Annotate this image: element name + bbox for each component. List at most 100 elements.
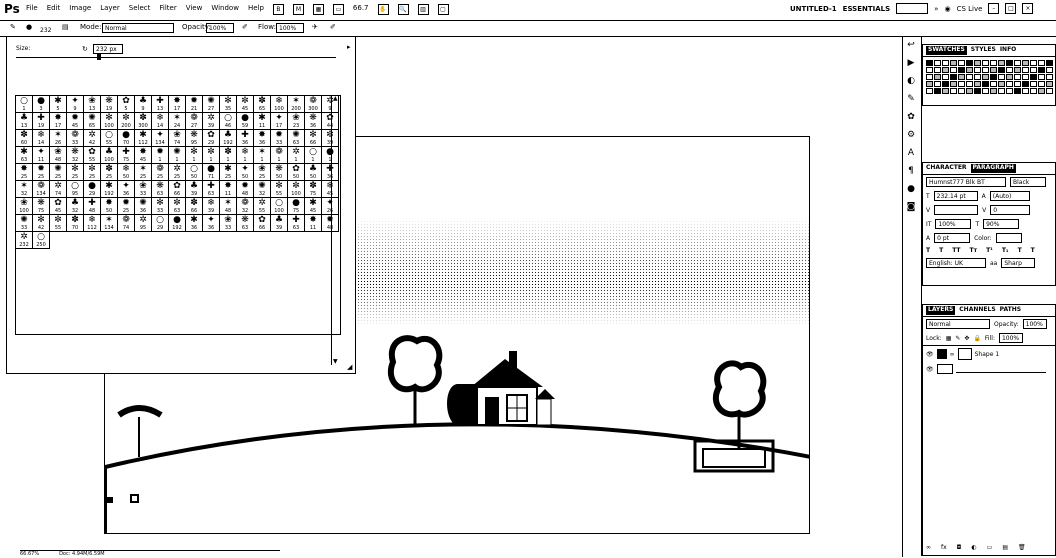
brush-tip-cell[interactable]: ✽ 60 <box>16 130 33 147</box>
pressure-size-icon[interactable]: ✐ <box>330 23 336 31</box>
airbrush-icon[interactable]: ✈ <box>312 23 318 31</box>
brush-tip-cell[interactable]: ❁ 134 <box>33 181 50 198</box>
brush-tip-cell[interactable]: ✺ 27 <box>203 96 220 113</box>
layer-name-edit[interactable] <box>955 366 1046 373</box>
brush-tip-cell[interactable]: ✺ 32 <box>254 181 271 198</box>
brush-tip-cell[interactable]: ❀ 33 <box>135 181 152 198</box>
brush-tip-cell[interactable]: ✲ 74 <box>50 181 67 198</box>
color-swatch[interactable] <box>1038 60 1045 66</box>
color-swatch[interactable] <box>998 88 1005 94</box>
antialias-select[interactable]: Sharp <box>1001 258 1036 268</box>
color-swatch[interactable] <box>974 67 981 73</box>
brush-tip-cell[interactable]: ❀ 25 <box>254 164 271 181</box>
text-panel-icon[interactable]: A <box>903 148 919 162</box>
bridge-icon[interactable]: B <box>272 4 284 15</box>
adjustment-layer-icon[interactable]: ◐ <box>971 544 976 551</box>
brush-tip-cell[interactable]: ✻ 35 <box>220 96 237 113</box>
font-family-select[interactable]: Humnst777 Blk BT <box>926 177 1006 187</box>
baseline-field[interactable]: 0 pt <box>934 233 971 243</box>
color-swatch[interactable] <box>1014 60 1021 66</box>
brush-tip-cell[interactable]: ✸ 17 <box>169 96 186 113</box>
picker-scrollbar[interactable]: ▲ ▼ <box>331 95 340 365</box>
color-swatch[interactable] <box>998 81 1005 87</box>
brush-tip-cell[interactable]: ❋ 32 <box>67 147 84 164</box>
brush-tip-cell[interactable]: ○ 1 <box>305 147 322 164</box>
brush-tip-cell[interactable]: ○ 50 <box>186 164 203 181</box>
screen-mode-icon[interactable]: ▭ <box>332 4 344 15</box>
size-slider-thumb[interactable] <box>97 54 101 60</box>
color-swatch[interactable] <box>1022 67 1029 73</box>
minimize-icon[interactable]: – <box>988 3 1000 14</box>
brush-tip-cell[interactable]: ✹ 25 <box>33 164 50 181</box>
brush-tip-cell[interactable]: ❁ 300 <box>305 96 322 113</box>
color-swatch[interactable] <box>934 74 941 80</box>
brush-tip-cell[interactable]: ○ 29 <box>152 215 169 232</box>
color-swatch[interactable] <box>982 81 989 87</box>
brush-tip-cell[interactable]: ❀ 13 <box>84 96 101 113</box>
color-swatch[interactable] <box>1030 81 1037 87</box>
tab-channels[interactable]: CHANNELS <box>959 306 995 315</box>
color-swatch[interactable] <box>958 88 965 94</box>
brush-tip-cell[interactable]: ❁ 25 <box>152 164 169 181</box>
color-swatch[interactable] <box>942 67 949 73</box>
brush-tip-cell[interactable]: ❁ 74 <box>118 215 135 232</box>
brush-tip-cell[interactable]: ✶ 1 <box>254 147 271 164</box>
color-swatch[interactable] <box>990 67 997 73</box>
brush-tip-cell[interactable]: ❋ 50 <box>271 164 288 181</box>
color-swatch[interactable] <box>926 67 933 73</box>
brush-tip-cell[interactable]: ✱ 192 <box>101 181 118 198</box>
clone-panel-icon[interactable]: ✿ <box>903 112 919 126</box>
brush-tip-cell[interactable]: ❄ 100 <box>271 96 288 113</box>
workspace-essentials[interactable]: ESSENTIALS <box>843 5 891 13</box>
color-swatch[interactable] <box>1030 67 1037 73</box>
brush-tip-cell[interactable]: ✻ 25 <box>67 164 84 181</box>
brush-tip-cell[interactable]: ✼ 45 <box>237 96 254 113</box>
cs-live-icon[interactable]: ◉ <box>944 5 950 13</box>
brush-tip-cell[interactable]: ✽ 70 <box>67 215 84 232</box>
menu-help[interactable]: Help <box>248 4 264 15</box>
color-swatch[interactable] <box>950 60 957 66</box>
brush-tip-cell[interactable]: ✺ 33 <box>16 215 33 232</box>
color-swatch[interactable] <box>1006 67 1013 73</box>
visibility-eye-icon-2[interactable]: 👁 <box>926 366 934 373</box>
brush-tip-cell[interactable]: ❁ 32 <box>237 198 254 215</box>
brush-panel-icon-side[interactable]: ✎ <box>903 94 919 108</box>
fill-field[interactable]: 100% <box>998 333 1023 343</box>
brush-tip-cell[interactable]: ✲ 55 <box>254 198 271 215</box>
add-mask-icon[interactable]: ◘ <box>957 544 962 551</box>
color-swatch[interactable] <box>966 81 973 87</box>
color-swatch[interactable] <box>926 60 933 66</box>
brush-tip-cell[interactable]: ✿ 29 <box>203 130 220 147</box>
brush-tip-cell[interactable]: ❄ 14 <box>33 130 50 147</box>
color-swatch[interactable] <box>982 67 989 73</box>
minibridge-icon[interactable]: M <box>292 4 304 15</box>
brush-tip-cell[interactable]: ✸ 45 <box>135 147 152 164</box>
color-swatch[interactable] <box>950 88 957 94</box>
brush-tip-cell[interactable]: ✹ 45 <box>67 113 84 130</box>
brush-tip-cell[interactable]: ✲ 232 <box>16 232 33 249</box>
menu-image[interactable]: Image <box>69 4 91 15</box>
brush-tip-cell[interactable]: ♣ 50 <box>305 164 322 181</box>
color-swatch[interactable] <box>958 60 965 66</box>
color-swatch[interactable] <box>1046 67 1053 73</box>
brush-tip-cell[interactable]: ✦ 36 <box>203 215 220 232</box>
strikethrough-button[interactable]: T <box>1031 247 1035 254</box>
brush-tip-cell[interactable]: ○ 95 <box>67 181 84 198</box>
brush-tip-cell[interactable]: ✲ 25 <box>169 164 186 181</box>
tab-swatches[interactable]: SWATCHES <box>926 46 967 55</box>
brush-tip-cell[interactable]: ○ 100 <box>271 198 288 215</box>
color-swatch[interactable] <box>1006 81 1013 87</box>
brush-tip-cell[interactable]: ✶ 32 <box>16 181 33 198</box>
cs-live-label[interactable]: CS Live <box>957 5 983 13</box>
size-slider-track[interactable] <box>16 57 336 58</box>
color-swatch[interactable] <box>926 81 933 87</box>
layer-effects-row[interactable]: 👁 <box>923 362 1055 376</box>
brush-tip-cell[interactable]: ✦ 36 <box>118 181 135 198</box>
brush-tip-cell[interactable]: ❁ 27 <box>186 113 203 130</box>
tab-layers[interactable]: LAYERS <box>926 306 956 315</box>
language-select[interactable]: English: UK <box>926 258 986 268</box>
brush-tip-cell[interactable]: ✹ 33 <box>271 130 288 147</box>
brush-tip-cell[interactable]: ○ 1 <box>16 96 33 113</box>
color-swatch[interactable] <box>1014 74 1021 80</box>
brush-tip-cell[interactable]: ❀ 100 <box>16 198 33 215</box>
